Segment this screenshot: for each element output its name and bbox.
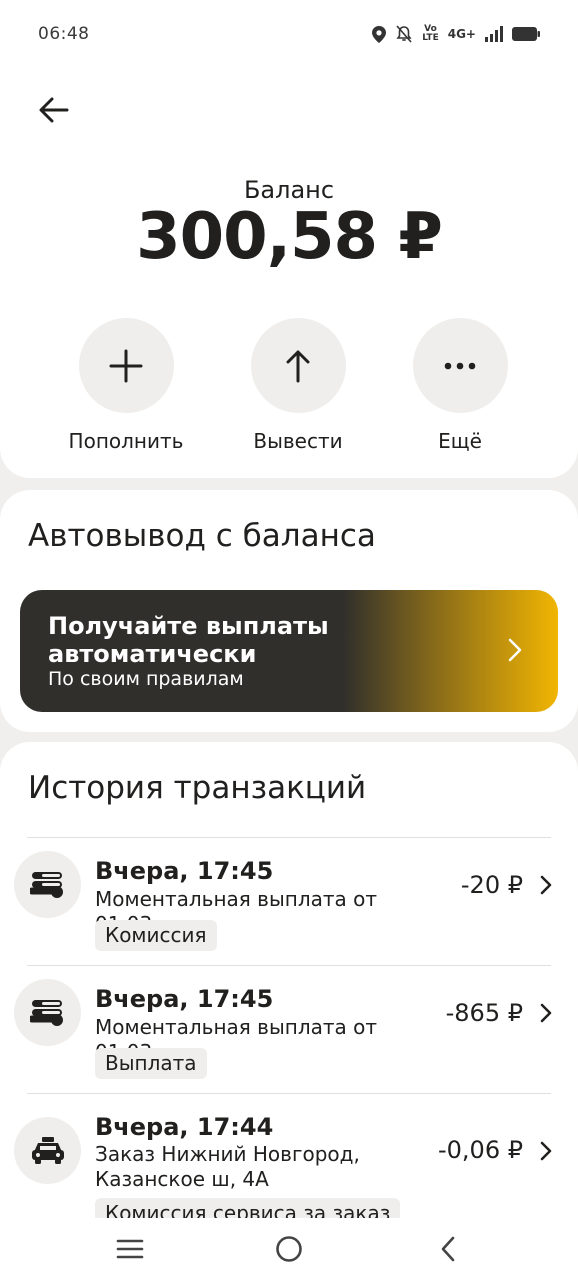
coins-icon bbox=[14, 979, 81, 1046]
transaction-amount: -865 ₽ bbox=[445, 999, 523, 1027]
arrow-up-icon bbox=[286, 350, 310, 382]
balance-value: 300,58 ₽ bbox=[136, 200, 443, 274]
home-button[interactable] bbox=[259, 1219, 319, 1279]
chevron-right-icon bbox=[540, 875, 552, 895]
top-up-label: Пополнить bbox=[68, 429, 184, 453]
battery-icon bbox=[512, 27, 540, 41]
more-icon bbox=[444, 362, 476, 369]
transaction-tag: Выплата bbox=[95, 1048, 207, 1079]
transaction-date: Вчера, 17:45 bbox=[95, 857, 274, 885]
network-type: 4G+ bbox=[447, 27, 476, 41]
coins-icon bbox=[14, 851, 81, 918]
more-label: Ещё bbox=[438, 429, 482, 453]
withdraw-button[interactable]: Вывести bbox=[228, 318, 368, 453]
auto-withdraw-card: Автовывод с баланса Получайте выплаты ав… bbox=[0, 490, 578, 732]
chevron-right-icon bbox=[540, 1141, 552, 1161]
status-time: 06:48 bbox=[38, 24, 90, 44]
auto-withdraw-title: Автовывод с баланса bbox=[28, 518, 376, 554]
auto-withdraw-promo[interactable]: Получайте выплаты автоматически По своим… bbox=[20, 590, 558, 712]
top-up-circle[interactable] bbox=[78, 318, 174, 413]
menu-button[interactable] bbox=[100, 1219, 160, 1279]
transaction-date: Вчера, 17:45 bbox=[95, 985, 274, 1013]
divider bbox=[27, 1093, 551, 1094]
withdraw-label: Вывести bbox=[253, 429, 343, 453]
volte-icon: Vo LTE bbox=[422, 24, 439, 43]
divider bbox=[27, 965, 551, 966]
transaction-row[interactable]: Вчера, 17:44 Заказ Нижний Новгород, Каза… bbox=[0, 1093, 578, 1229]
transaction-row[interactable]: Вчера, 17:45 Моментальная выплата от 01.… bbox=[0, 837, 578, 965]
divider bbox=[27, 837, 551, 838]
transaction-date: Вчера, 17:44 bbox=[95, 1113, 274, 1141]
chevron-left-icon bbox=[442, 1236, 455, 1262]
top-up-button[interactable]: Пополнить bbox=[56, 318, 196, 453]
promo-subtitle: По своим правилам bbox=[48, 668, 244, 690]
plus-icon bbox=[109, 349, 143, 382]
back-button[interactable] bbox=[36, 92, 72, 128]
home-circle-icon bbox=[276, 1236, 302, 1262]
system-nav-bar bbox=[0, 1218, 578, 1280]
arrow-left-icon bbox=[39, 97, 69, 123]
transaction-amount: -20 ₽ bbox=[460, 871, 523, 899]
transaction-description: Заказ Нижний Новгород, Казанское ш, 4А bbox=[95, 1142, 360, 1191]
back-nav-button[interactable] bbox=[418, 1219, 478, 1279]
withdraw-circle[interactable] bbox=[250, 318, 346, 413]
status-icons: Vo LTE 4G+ bbox=[372, 25, 540, 43]
more-circle[interactable] bbox=[412, 318, 508, 413]
location-icon bbox=[372, 25, 387, 43]
bell-off-icon bbox=[396, 25, 412, 43]
chevron-right-icon bbox=[508, 638, 522, 662]
status-bar: 06:48 Vo LTE 4G+ bbox=[0, 0, 578, 68]
promo-title: Получайте выплаты автоматически bbox=[48, 612, 329, 668]
transaction-row[interactable]: Вчера, 17:45 Моментальная выплата от 01.… bbox=[0, 965, 578, 1093]
transaction-tag: Комиссия bbox=[95, 920, 217, 951]
menu-icon bbox=[116, 1239, 143, 1259]
more-button[interactable]: Ещё bbox=[390, 318, 530, 453]
history-title: История транзакций bbox=[28, 770, 367, 806]
transaction-amount: -0,06 ₽ bbox=[438, 1136, 523, 1164]
balance-card: Баланс 300,58 ₽ Пополнить Вывести Ещё bbox=[0, 68, 578, 478]
transaction-history-card: История транзакций Вчера, 17:45 Моментал… bbox=[0, 742, 578, 1280]
signal-icon bbox=[485, 26, 503, 42]
taxi-icon bbox=[14, 1117, 81, 1184]
chevron-right-icon bbox=[540, 1003, 552, 1023]
